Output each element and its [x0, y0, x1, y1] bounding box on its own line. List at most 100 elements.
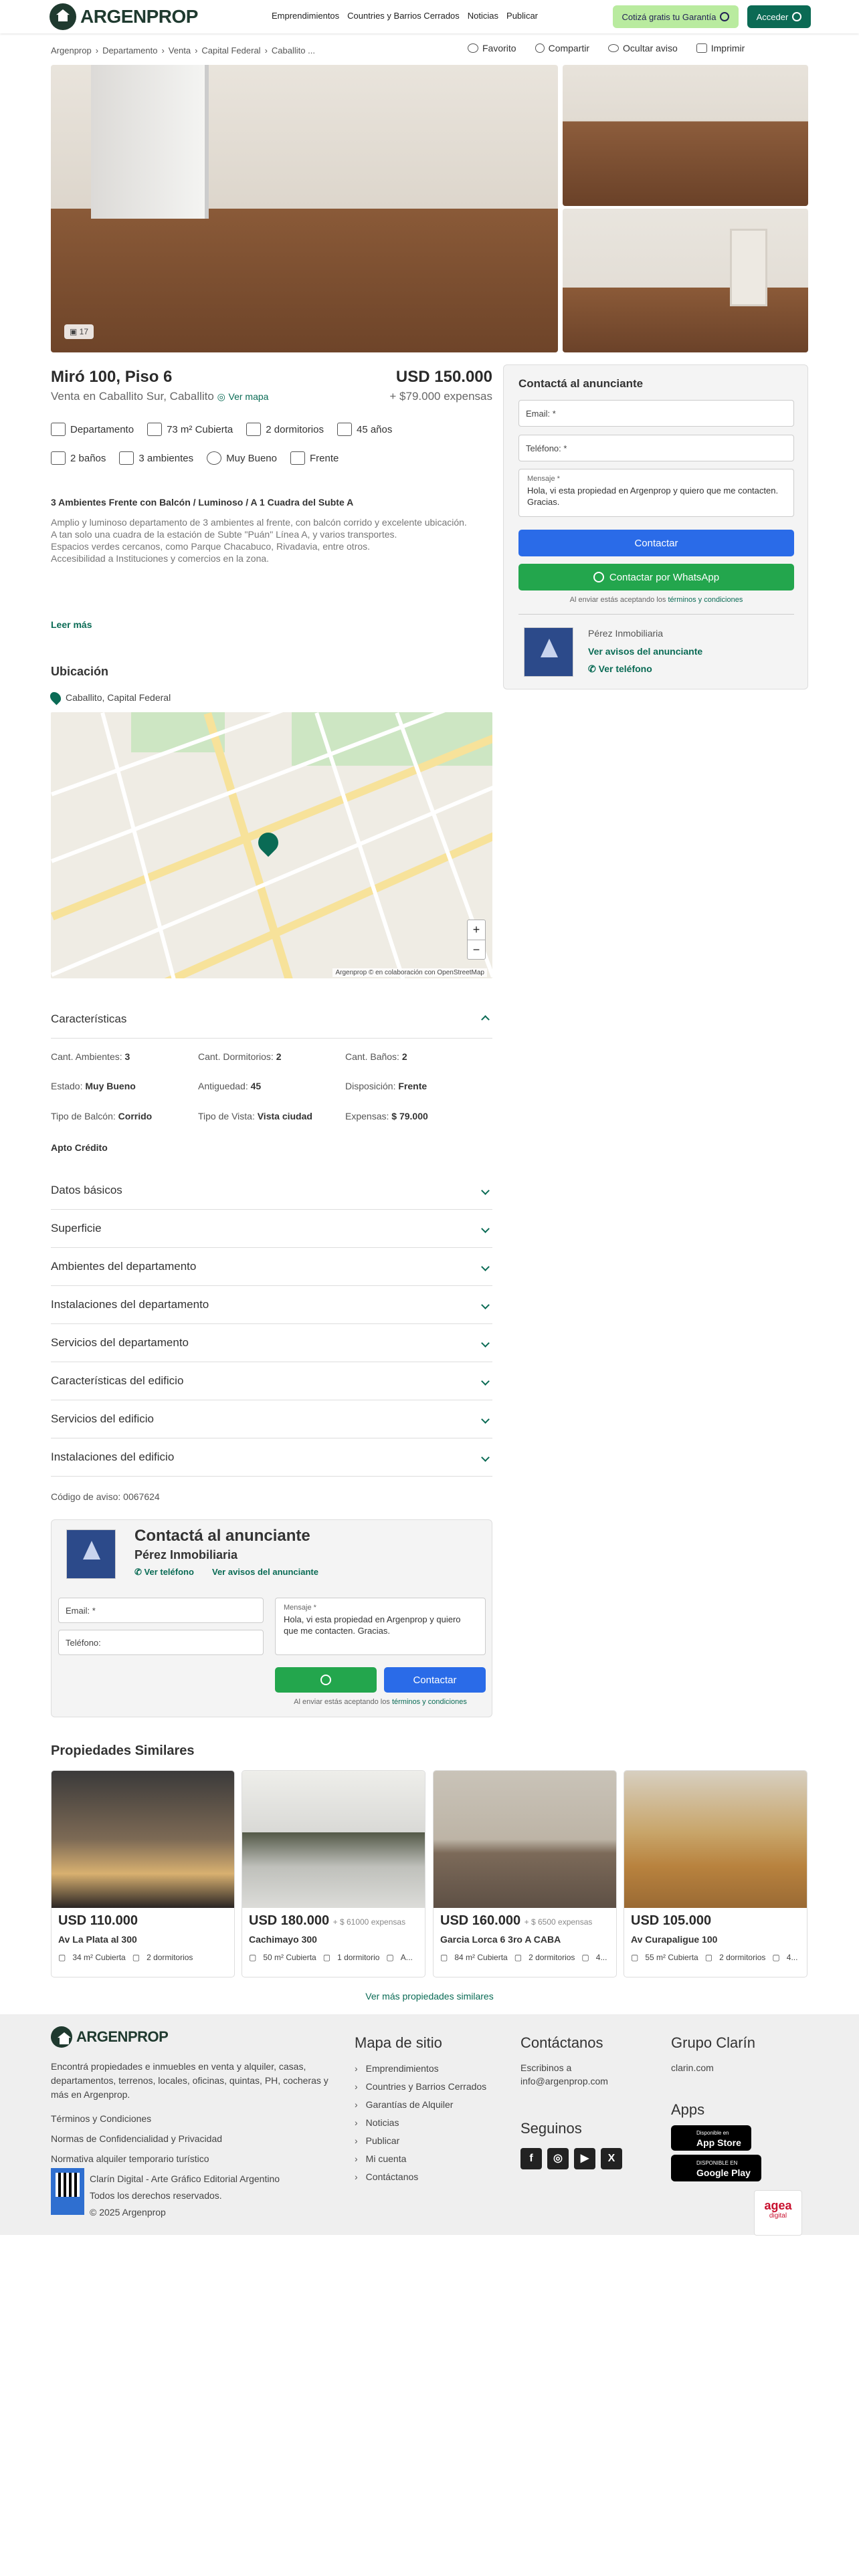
accordion-servicios-edificio[interactable]: Servicios del edificio	[51, 1400, 492, 1438]
card-meta: ▢ 55 m² Cubierta ▢ 2 dormitorios ▢ 4...	[631, 1953, 798, 1962]
email-field[interactable]: Email: *	[518, 400, 794, 427]
ver-avisos-link[interactable]: Ver avisos del anunciante	[588, 646, 702, 657]
similar-card[interactable]: USD 180.000 + $ 61000 expensas Cachimayo…	[242, 1770, 425, 1977]
crumb-argenprop[interactable]: Argenprop	[51, 45, 92, 56]
zoom-in-button[interactable]: +	[468, 920, 485, 940]
agent-logo[interactable]	[66, 1529, 116, 1579]
ocultar-button[interactable]: Ocultar aviso	[608, 43, 678, 53]
nav-noticias[interactable]: Noticias	[468, 11, 498, 21]
bed-icon: ▢	[322, 1953, 331, 1962]
accordion-servicios-depto[interactable]: Servicios del departamento	[51, 1324, 492, 1362]
legal-text: Al enviar estás aceptando los términos y…	[518, 596, 794, 604]
google-play-button[interactable]: DISPONIBLE EN Google Play	[671, 2155, 761, 2181]
similar-card[interactable]: USD 110.000 Av La Plata al 300 ▢ 34 m² Cu…	[51, 1770, 235, 1977]
accordion-superficie[interactable]: Superficie	[51, 1210, 492, 1248]
property-price: USD 150.000	[395, 368, 492, 386]
nav-emprendimientos[interactable]: Emprendimientos	[272, 11, 339, 21]
mapa-link[interactable]: Contáctanos	[355, 2168, 486, 2186]
accordion-ambientes[interactable]: Ambientes del departamento	[51, 1248, 492, 1286]
photo-count-badge[interactable]: ▣ 17	[64, 324, 94, 339]
similar-card[interactable]: USD 160.000 + $ 6500 expensas Garcia Lor…	[433, 1770, 617, 1977]
x-icon[interactable]: X	[601, 2148, 622, 2169]
favorito-button[interactable]: Favorito	[468, 43, 516, 53]
feature-label: 3 ambientes	[138, 452, 194, 464]
clarin-link[interactable]: clarin.com	[671, 2061, 714, 2074]
char-dormitorios: Cant. Dormitorios: 2	[198, 1051, 282, 1062]
mapa-link[interactable]: Emprendimientos	[355, 2060, 486, 2078]
phone-field[interactable]: Teléfono:	[58, 1630, 264, 1655]
ubicacion-place: Caballito, Capital Federal	[47, 689, 171, 706]
phone-field[interactable]: Teléfono: *	[518, 435, 794, 461]
ver-telefono-link[interactable]: ✆ Ver teléfono	[588, 663, 652, 675]
accordion-instalaciones-edificio[interactable]: Instalaciones del edificio	[51, 1438, 492, 1477]
location-text: Venta en Caballito Sur, Caballito	[51, 390, 214, 403]
accordion-datos-basicos[interactable]: Datos básicos	[51, 1172, 492, 1210]
chevron-down-icon	[481, 1338, 490, 1348]
email-field[interactable]: Email: *	[58, 1598, 264, 1623]
mapa-link[interactable]: Noticias	[355, 2114, 486, 2132]
photo-thumb-2[interactable]	[563, 209, 808, 352]
map-attribution[interactable]: Argenprop © en colaboración con OpenStre…	[332, 968, 487, 977]
footer-logo[interactable]: ARGENPROP	[51, 2026, 169, 2048]
alquiler-temporario-link[interactable]: Normativa alquiler temporario turístico	[51, 2153, 209, 2164]
similar-card[interactable]: USD 105.000 Av Curapaligue 100 ▢ 55 m² Cu…	[624, 1770, 807, 1977]
message-field[interactable]: Mensaje * Hola, vi esta propiedad en Arge…	[518, 469, 794, 517]
terminos-link[interactable]: Términos y Condiciones	[51, 2113, 151, 2124]
message-label: Mensaje *	[284, 1604, 316, 1612]
accordion-caracteristicas[interactable]: Características	[51, 1000, 492, 1039]
whatsapp-button[interactable]: Contactar por WhatsApp	[518, 564, 794, 591]
nav-publicar[interactable]: Publicar	[506, 11, 538, 21]
crumb-departamento[interactable]: Departamento	[102, 45, 157, 56]
map-street	[51, 784, 492, 977]
message-field[interactable]: Mensaje * Hola, vi esta propiedad en Arge…	[275, 1598, 486, 1655]
acceder-button[interactable]: Acceder	[747, 5, 811, 28]
nav-countries[interactable]: Countries y Barrios Cerrados	[347, 11, 460, 21]
contact-email[interactable]: info@argenprop.com	[520, 2074, 608, 2088]
mapa-link[interactable]: Countries y Barrios Cerrados	[355, 2078, 487, 2096]
main-photo[interactable]: ▣ 17	[51, 65, 558, 352]
terminos-link[interactable]: términos y condiciones	[392, 1698, 467, 1706]
crumb-venta[interactable]: Venta	[169, 45, 191, 56]
agea-logo[interactable]: agea digital	[754, 2190, 802, 2236]
ver-telefono-link[interactable]: ✆ Ver teléfono	[134, 1567, 194, 1578]
youtube-icon[interactable]: ▶	[574, 2148, 595, 2169]
accordion-label: Ambientes del departamento	[51, 1260, 197, 1273]
ver-mapa-link[interactable]: Ver mapa	[229, 391, 269, 402]
accordion-caracteristicas-edificio[interactable]: Características del edificio	[51, 1362, 492, 1400]
top-bar: ARGENPROP Emprendimientos Countries y Ba…	[0, 0, 859, 33]
photo-thumb-1[interactable]	[563, 65, 808, 206]
accordion-instalaciones-depto[interactable]: Instalaciones del departamento	[51, 1286, 492, 1324]
garantia-button[interactable]: Cotizá gratis tu Garantía	[613, 5, 739, 28]
imprimir-button[interactable]: Imprimir	[696, 43, 745, 53]
facebook-icon[interactable]: f	[520, 2148, 542, 2169]
privacidad-link[interactable]: Normas de Confidencialidad y Privacidad	[51, 2133, 222, 2144]
garantia-label: Cotizá gratis tu Garantía	[622, 11, 717, 22]
terminos-link[interactable]: términos y condiciones	[668, 596, 743, 604]
crumb-capital[interactable]: Capital Federal	[201, 45, 260, 56]
main-nav: Emprendimientos Countries y Barrios Cerr…	[272, 11, 538, 21]
house-logo-icon	[51, 2026, 72, 2048]
ver-mas-similares-link[interactable]: Ver más propiedades similares	[0, 1991, 859, 2002]
crumb-caballito[interactable]: Caballito ...	[272, 45, 315, 56]
map[interactable]: + − Argenprop © en colaboración con OpenS…	[51, 712, 492, 978]
mapa-link[interactable]: Mi cuenta	[355, 2150, 486, 2168]
instagram-icon[interactable]: ◎	[547, 2148, 569, 2169]
agent-logo[interactable]	[524, 627, 573, 677]
app-store-button[interactable]: Disponible en App Store	[671, 2125, 751, 2151]
mapa-link[interactable]: Publicar	[355, 2132, 486, 2150]
contact-text: Escribinos a info@argenprop.com	[520, 2062, 608, 2088]
bed-icon: ▢	[132, 1953, 140, 1962]
whatsapp-button[interactable]	[275, 1667, 377, 1693]
contactar-button[interactable]: Contactar	[518, 530, 794, 556]
contactar-button[interactable]: Contactar	[384, 1667, 486, 1693]
mapa-link[interactable]: Garantías de Alquiler	[355, 2096, 486, 2114]
ver-avisos-link[interactable]: Ver avisos del anunciante	[212, 1567, 318, 1577]
zoom-out-button[interactable]: −	[468, 940, 485, 960]
argenprop-logo[interactable]: ARGENPROP	[50, 3, 198, 30]
compartir-button[interactable]: Compartir	[535, 43, 589, 53]
leer-mas-link[interactable]: Leer más	[51, 619, 92, 630]
data-fiscal-qr[interactable]	[51, 2168, 84, 2215]
description-line: Espacios verdes cercanos, como Parque Ch…	[51, 541, 371, 552]
heart-icon	[468, 43, 478, 53]
calendar-icon: ▢	[772, 1953, 780, 1962]
